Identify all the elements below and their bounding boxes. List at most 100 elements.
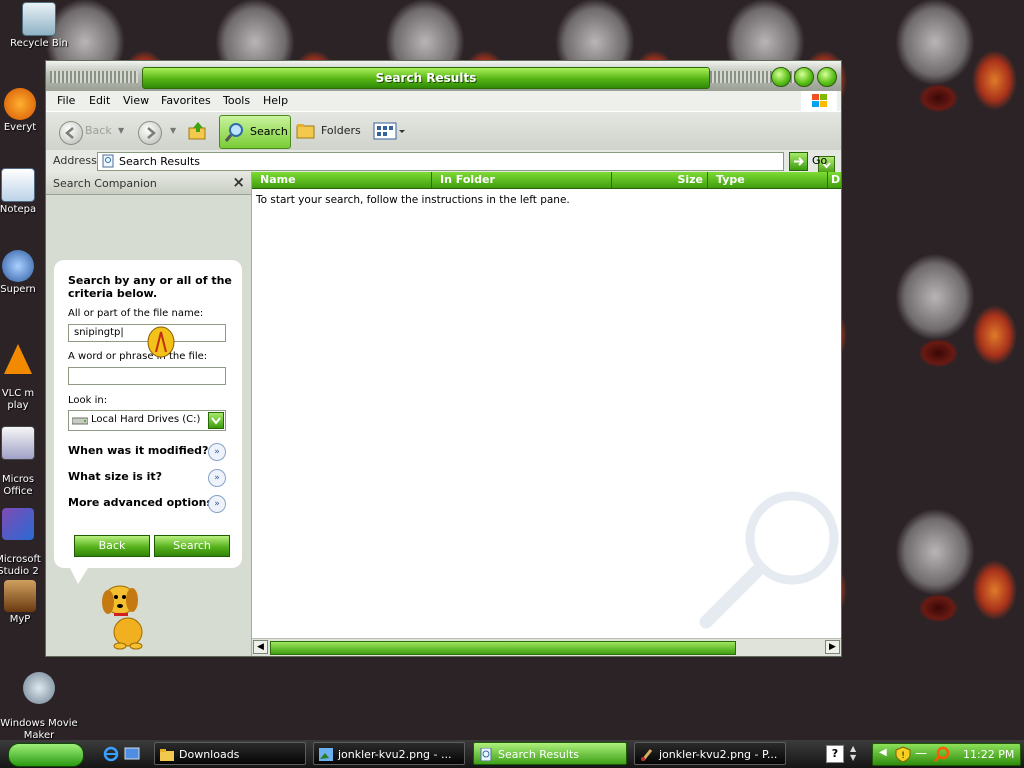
close-button[interactable] xyxy=(817,67,837,87)
forward-dropdown-icon[interactable]: ▼ xyxy=(170,117,176,145)
expand-chevron-icon[interactable]: » xyxy=(208,495,226,513)
views-icon[interactable] xyxy=(373,120,407,142)
vlc-cone-icon xyxy=(4,344,32,374)
network-dash-icon[interactable]: — xyxy=(915,746,927,760)
desktop-icon-myp[interactable]: MyP xyxy=(0,580,50,626)
busy-cursor-icon xyxy=(146,326,176,360)
tray-expand-icon[interactable]: ◀ xyxy=(879,747,887,758)
notepad-icon xyxy=(1,168,35,202)
desktop-icon-ms-studio[interactable]: Microsoft Studio 2 xyxy=(0,496,50,578)
lookin-select[interactable]: Local Hard Drives (C:) xyxy=(68,410,226,431)
when-modified-link[interactable]: When was it modified? xyxy=(68,444,208,457)
scroll-right-icon[interactable]: ▶ xyxy=(825,640,840,654)
go-arrow-icon[interactable] xyxy=(789,152,808,171)
internet-explorer-icon[interactable] xyxy=(103,746,119,762)
desktop-icon-recycle-bin[interactable]: Recycle Bin xyxy=(0,2,78,50)
back-button[interactable]: Back xyxy=(74,535,150,557)
scroll-left-icon[interactable]: ◀ xyxy=(253,640,268,654)
advanced-options-link[interactable]: More advanced options xyxy=(68,496,213,509)
task-label: Downloads xyxy=(179,748,240,761)
task-jonkler-paint[interactable]: jonkler-kvu2.png - ... xyxy=(313,742,465,765)
column-type[interactable]: Type xyxy=(708,172,828,188)
folders-icon[interactable] xyxy=(295,120,317,142)
column-name[interactable]: Name xyxy=(252,172,432,188)
start-button[interactable] xyxy=(8,743,84,767)
desktop-icon-label: Supern xyxy=(0,284,36,295)
menu-edit[interactable]: Edit xyxy=(89,94,110,107)
back-dropdown-icon[interactable]: ▼ xyxy=(118,117,124,145)
window-title: Search Results xyxy=(142,67,710,89)
movie-maker-icon xyxy=(23,672,55,704)
search-results-icon xyxy=(102,154,114,168)
show-desktop-icon[interactable] xyxy=(124,746,140,762)
minimize-button[interactable] xyxy=(771,67,791,87)
desktop-icon-supern[interactable]: Supern xyxy=(0,250,48,296)
svg-text:!: ! xyxy=(901,751,905,761)
results-column-header: Name In Folder Size Type D xyxy=(252,172,841,189)
search-results-icon xyxy=(480,748,492,761)
column-date[interactable]: D xyxy=(828,172,841,188)
column-size[interactable]: Size xyxy=(612,172,708,188)
expand-chevron-icon[interactable]: » xyxy=(208,469,226,487)
address-bar: Address Search Results Go xyxy=(46,150,841,173)
chevron-down-icon[interactable] xyxy=(208,412,224,429)
task-jonkler-photo[interactable]: jonkler-kvu2.png - P... xyxy=(634,742,786,765)
back-arrow-icon[interactable] xyxy=(59,121,83,145)
menu-view[interactable]: View xyxy=(123,94,149,107)
security-shield-icon[interactable]: ! xyxy=(895,746,911,763)
lookin-value: Local Hard Drives (C:) xyxy=(91,414,201,425)
maximize-button[interactable] xyxy=(794,67,814,87)
task-label: jonkler-kvu2.png - P... xyxy=(659,748,778,761)
standard-toolbar: Back ▼ ▼ Search Folders xyxy=(46,111,841,151)
taskbar: Downloads jonkler-kvu2.png - ... Search … xyxy=(0,740,1024,768)
help-icon[interactable]: ? xyxy=(826,745,844,763)
what-size-link[interactable]: What size is it? xyxy=(68,470,162,483)
address-input[interactable]: Search Results xyxy=(97,152,835,173)
desktop-icon-vlc[interactable]: VLC m play xyxy=(0,332,48,412)
menu-tools[interactable]: Tools xyxy=(223,94,250,107)
task-downloads[interactable]: Downloads xyxy=(154,742,306,765)
desktop-icon-label: VLC m play xyxy=(1,388,35,411)
expand-chevron-icon[interactable]: » xyxy=(208,443,226,461)
folders-button-label[interactable]: Folders xyxy=(321,117,361,145)
filename-value: snipingtp| xyxy=(74,327,124,338)
bubble-tail xyxy=(70,568,88,584)
title-bar[interactable]: Search Results xyxy=(46,61,841,91)
go-button-label[interactable]: Go xyxy=(812,154,827,167)
windows-logo-icon xyxy=(801,91,837,111)
close-pane-icon[interactable]: × xyxy=(232,173,245,191)
desktop-icon-ms-office[interactable]: Micros Office xyxy=(0,414,48,498)
clock: 11:22 PM xyxy=(963,748,1015,761)
search-button[interactable]: Search xyxy=(154,535,230,557)
horizontal-scrollbar[interactable]: ◀ ▶ xyxy=(252,638,841,656)
back-button-label[interactable]: Back xyxy=(85,117,112,145)
menu-help[interactable]: Help xyxy=(263,94,288,107)
office-icon xyxy=(1,426,35,460)
phrase-input[interactable] xyxy=(68,367,226,385)
search-companion-title: Search Companion xyxy=(53,177,157,190)
quick-launch-chevron-icon[interactable]: ▲ ▼ xyxy=(850,744,856,762)
task-label: Search Results xyxy=(498,748,580,761)
desktop-icon-label: Windows Movie Maker xyxy=(0,718,78,741)
phrase-label: A word or phrase in the file: xyxy=(68,351,208,362)
menu-favorites[interactable]: Favorites xyxy=(161,94,211,107)
studio-icon xyxy=(2,508,34,540)
task-search-results[interactable]: Search Results xyxy=(473,742,627,765)
menu-file[interactable]: File xyxy=(57,94,75,107)
desktop-icon-label: Recycle Bin xyxy=(10,38,68,49)
lookin-label: Look in: xyxy=(68,395,108,406)
forward-arrow-icon[interactable] xyxy=(138,121,162,145)
desktop-icon-movie-maker[interactable]: Windows Movie Maker xyxy=(0,660,78,742)
desktop-icon-label: Microsoft Studio 2 xyxy=(0,554,41,577)
search-dog-icon[interactable] xyxy=(98,580,162,650)
search-toolbar-button[interactable]: Search xyxy=(219,115,291,149)
image-file-icon xyxy=(319,748,333,761)
column-in-folder[interactable]: In Folder xyxy=(432,172,612,188)
address-label: Address xyxy=(53,154,97,167)
recycle-bin-icon xyxy=(22,2,56,36)
scrollbar-thumb[interactable] xyxy=(270,641,736,655)
up-folder-icon[interactable] xyxy=(187,120,209,142)
desktop-icon-notepad[interactable]: Notepa xyxy=(0,168,48,216)
desktop-icon-everything[interactable]: Everyt xyxy=(0,88,50,134)
search-tray-icon[interactable] xyxy=(933,746,949,763)
